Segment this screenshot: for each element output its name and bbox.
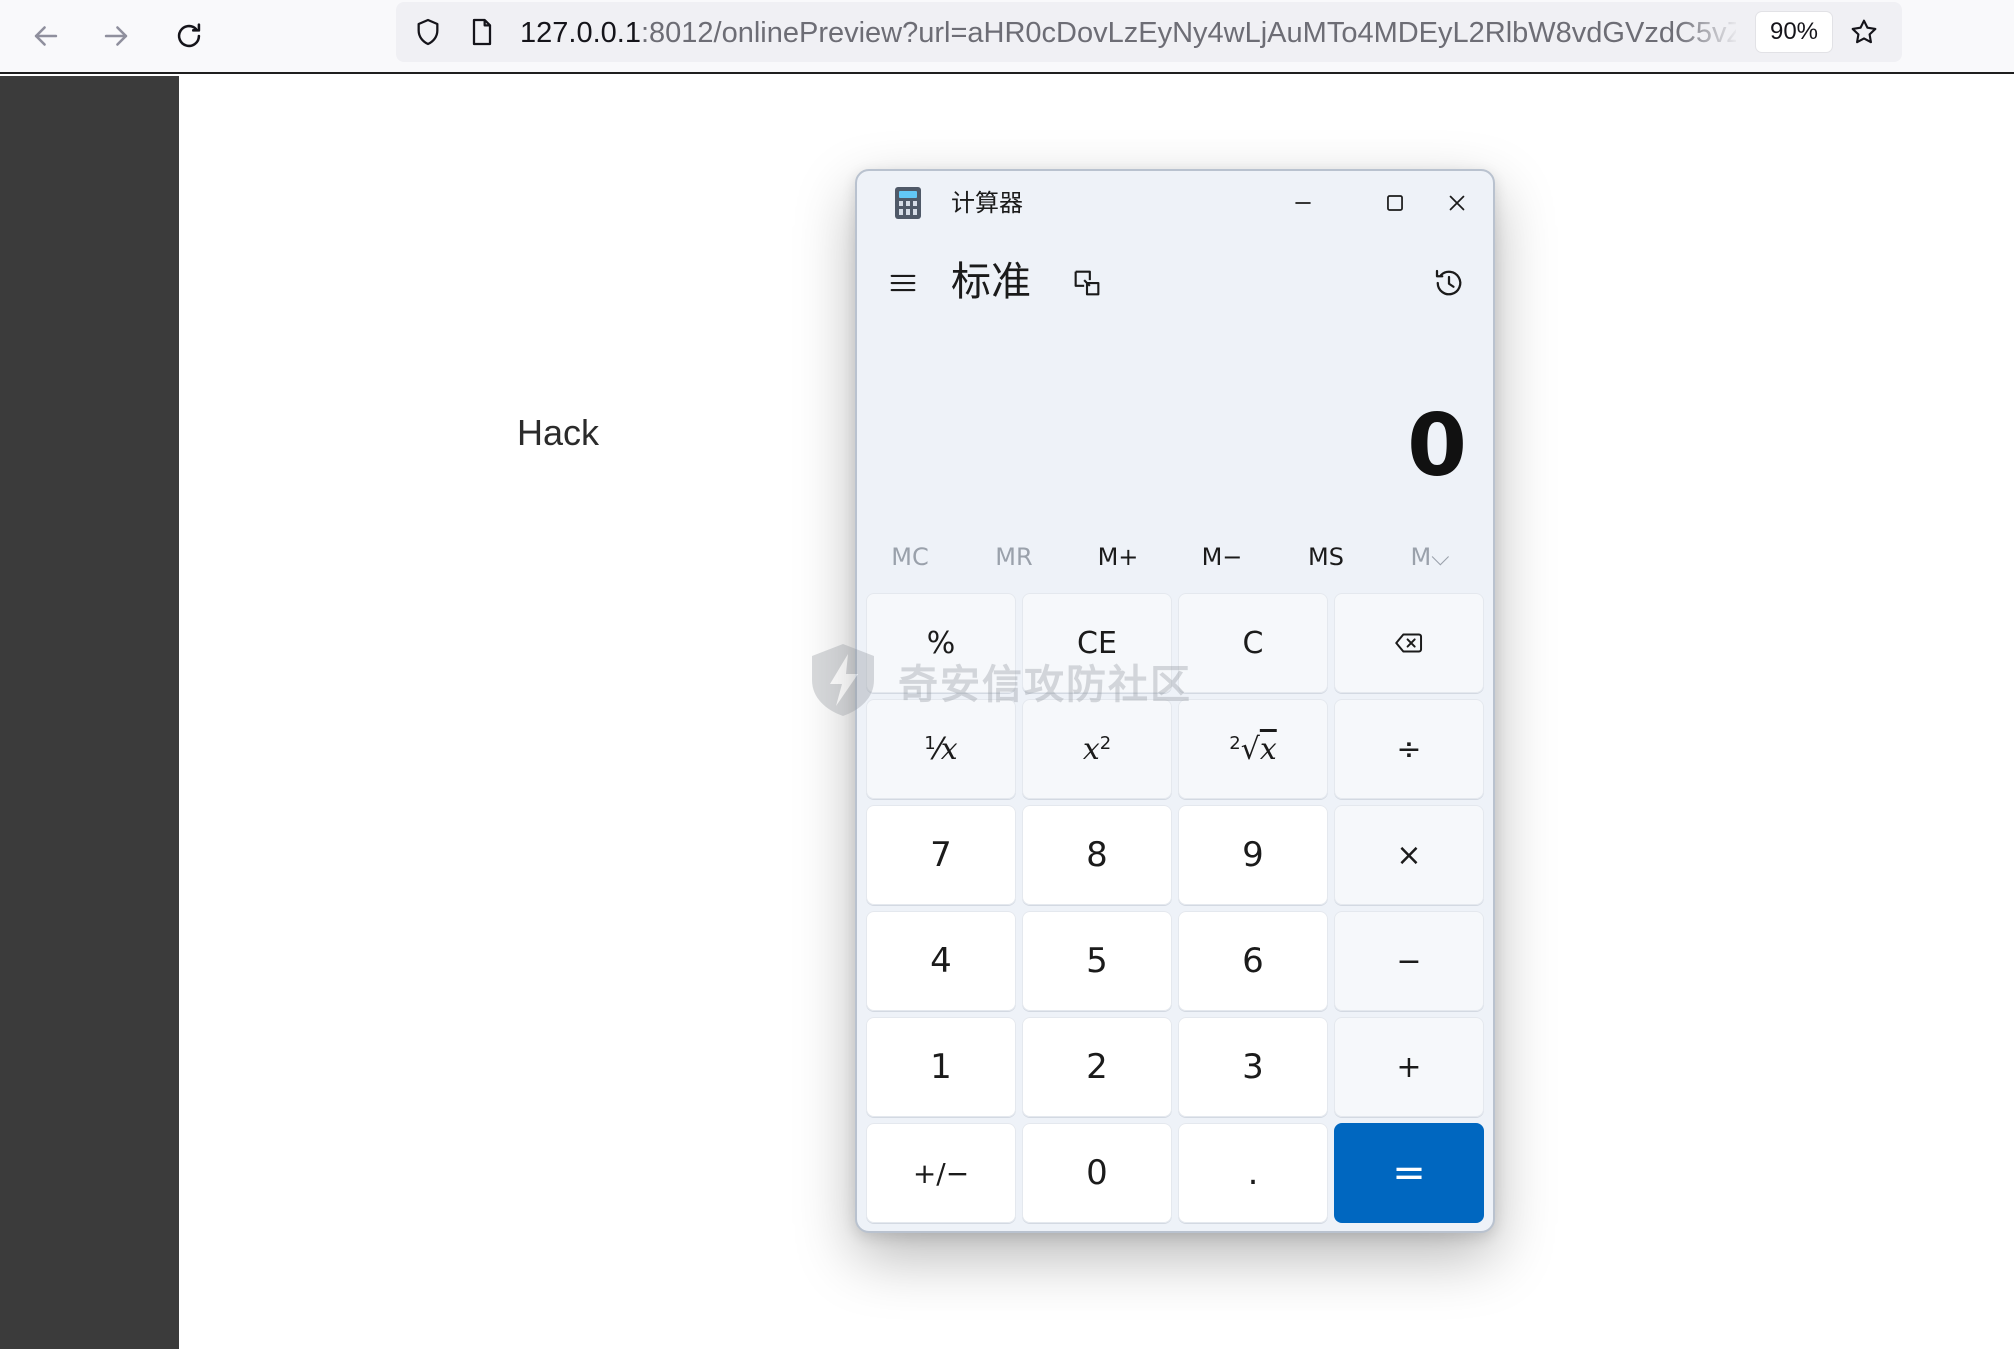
memory-recall-button[interactable]: MR: [962, 533, 1066, 581]
reciprocal-numerator: 1: [924, 732, 936, 754]
back-button[interactable]: [24, 14, 68, 58]
star-icon: [1851, 19, 1877, 44]
forward-button[interactable]: [94, 14, 138, 58]
divide-button[interactable]: ÷: [1334, 699, 1484, 799]
calculator-mode-title: 标准: [951, 259, 1031, 305]
digit-8-button[interactable]: 8: [1022, 805, 1172, 905]
radical-sign: √: [1240, 731, 1260, 767]
navigation-menu-button[interactable]: [883, 263, 923, 303]
subtract-button[interactable]: −: [1334, 911, 1484, 1011]
calculator-app-icon: [895, 187, 921, 219]
digit-1-button[interactable]: 1: [866, 1017, 1016, 1117]
multiply-button[interactable]: ×: [1334, 805, 1484, 905]
site-info-button[interactable]: [462, 12, 502, 52]
watermark-logo-icon: [812, 644, 874, 716]
watermark-text: 奇安信攻防社区: [898, 662, 1192, 708]
digit-6-button[interactable]: 6: [1178, 911, 1328, 1011]
digit-5-button[interactable]: 5: [1022, 911, 1172, 1011]
close-button[interactable]: [1425, 179, 1489, 227]
url-path: :8012/onlinePreview?url=aHR0cDovLzEyNy4w…: [640, 17, 1736, 49]
memory-store-button[interactable]: MS: [1274, 533, 1378, 581]
reload-button[interactable]: [167, 14, 211, 58]
root-variable: x: [1259, 731, 1277, 767]
minimize-button[interactable]: [1271, 179, 1335, 227]
add-button[interactable]: +: [1334, 1017, 1484, 1117]
url-fade: [1676, 10, 1740, 54]
square-exponent: 2: [1099, 732, 1112, 754]
page-text: Hack: [517, 412, 600, 453]
shield-icon: [417, 18, 439, 46]
back-arrow-icon: [34, 26, 58, 46]
memory-list-button[interactable]: M⌵: [1378, 533, 1482, 581]
minimize-icon: [1295, 202, 1311, 204]
digit-3-button[interactable]: 3: [1178, 1017, 1328, 1117]
history-button[interactable]: [1427, 261, 1471, 305]
backspace-icon: [1395, 633, 1423, 653]
equals-button[interactable]: =: [1334, 1123, 1484, 1223]
digit-0-button[interactable]: 0: [1022, 1123, 1172, 1223]
close-icon: [1449, 195, 1465, 211]
digit-9-button[interactable]: 9: [1178, 805, 1328, 905]
hamburger-icon: [890, 274, 916, 292]
maximize-button[interactable]: [1363, 179, 1427, 227]
url-text[interactable]: 127.0.0.1:8012/onlinePreview?url=aHR0cDo…: [520, 15, 1736, 51]
maximize-icon: [1387, 195, 1403, 211]
digit-4-button[interactable]: 4: [866, 911, 1016, 1011]
memory-clear-button[interactable]: MC: [858, 533, 962, 581]
memory-add-button[interactable]: M+: [1066, 533, 1170, 581]
address-bar[interactable]: 127.0.0.1:8012/onlinePreview?url=aHR0cDo…: [396, 2, 1902, 62]
result-display: 0: [1407, 396, 1467, 496]
memory-subtract-button[interactable]: M−: [1170, 533, 1274, 581]
backspace-button[interactable]: [1334, 593, 1484, 693]
keep-on-top-button[interactable]: [1067, 263, 1107, 303]
root-index: 2: [1229, 732, 1241, 754]
tracking-protection-button[interactable]: [408, 12, 448, 52]
browser-toolbar: 127.0.0.1:8012/onlinePreview?url=aHR0cDo…: [0, 0, 2014, 74]
square-variable: x: [1082, 731, 1100, 767]
memory-row: MC MR M+ M− MS M⌵: [857, 533, 1493, 581]
page-icon: [472, 18, 492, 46]
digit-7-button[interactable]: 7: [866, 805, 1016, 905]
watermark: 奇安信攻防社区: [806, 640, 1226, 720]
url-host: 127.0.0.1: [520, 17, 641, 49]
reciprocal-variable: x: [940, 731, 958, 767]
zoom-level-button[interactable]: 90%: [1756, 12, 1832, 52]
decimal-button[interactable]: .: [1178, 1123, 1328, 1223]
left-sidebar: [0, 76, 179, 1349]
window-title: 计算器: [951, 189, 1023, 217]
reload-icon: [177, 23, 201, 48]
digit-2-button[interactable]: 2: [1022, 1017, 1172, 1117]
negate-button[interactable]: +/−: [866, 1123, 1016, 1223]
history-icon: [1435, 269, 1462, 296]
bookmark-button[interactable]: [1844, 12, 1884, 52]
forward-arrow-icon: [104, 26, 128, 46]
keep-on-top-icon: [1074, 270, 1100, 296]
